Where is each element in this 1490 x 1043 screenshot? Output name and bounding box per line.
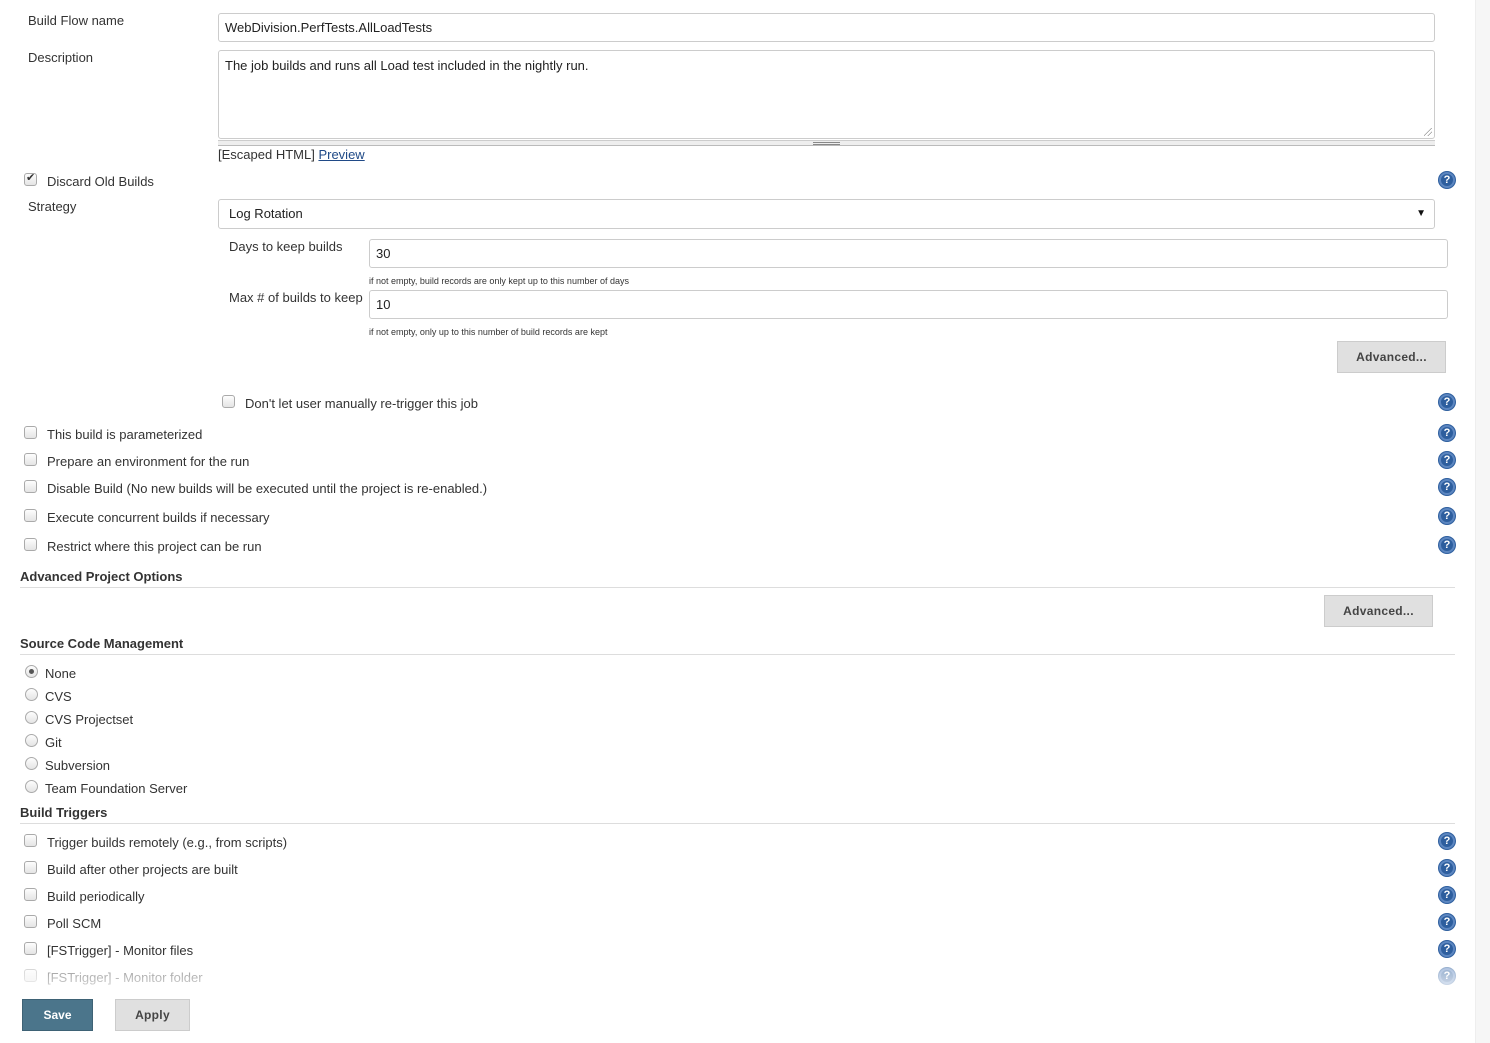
- trigger-label: Trigger builds remotely (e.g., from scri…: [47, 835, 288, 850]
- option-label: Prepare an environment for the run: [47, 454, 250, 469]
- scm-option-label: Team Foundation Server: [45, 781, 188, 796]
- trigger-label: Poll SCM: [47, 916, 102, 931]
- trigger-label: [FSTrigger] - Monitor files: [47, 943, 194, 958]
- help-icon[interactable]: ?: [1439, 941, 1455, 957]
- trigger-checkbox[interactable]: [24, 888, 37, 901]
- option-checkbox[interactable]: [24, 538, 37, 551]
- option-checkbox[interactable]: [24, 480, 37, 493]
- trigger-label: Build periodically: [47, 889, 145, 904]
- option-label: Disable Build (No new builds will be exe…: [47, 481, 488, 496]
- trigger-checkbox[interactable]: [24, 942, 37, 955]
- scm-option-label: None: [45, 666, 77, 681]
- section-divider: [20, 587, 1455, 588]
- dropdown-arrow-icon: ▼: [1416, 208, 1426, 219]
- textarea-resize-grip[interactable]: [218, 140, 1435, 146]
- help-icon[interactable]: ?: [1439, 508, 1455, 524]
- discard-old-builds-label: Discard Old Builds: [47, 174, 154, 189]
- help-icon[interactable]: ?: [1439, 968, 1455, 984]
- help-icon[interactable]: ?: [1439, 479, 1455, 495]
- resize-handle-icon[interactable]: [1424, 128, 1432, 136]
- discard-advanced-button[interactable]: Advanced...: [1337, 341, 1446, 373]
- option-label: Execute concurrent builds if necessary: [47, 510, 270, 525]
- option-label: This build is parameterized: [47, 427, 203, 442]
- description-text: The job builds and runs all Load test in…: [225, 58, 589, 73]
- discard-old-builds-checkbox[interactable]: [24, 171, 37, 186]
- section-divider: [20, 823, 1455, 824]
- max-builds-hint: if not empty, only up to this number of …: [369, 327, 608, 337]
- footer-fade: [0, 963, 1475, 987]
- days-to-keep-hint: if not empty, build records are only kep…: [369, 276, 629, 286]
- days-to-keep-input[interactable]: [369, 239, 1448, 268]
- save-button[interactable]: Save: [22, 999, 93, 1031]
- option-checkbox[interactable]: [24, 453, 37, 466]
- description-textarea[interactable]: The job builds and runs all Load test in…: [218, 50, 1435, 139]
- retrigger-label: Don't let user manually re-trigger this …: [245, 396, 478, 411]
- strategy-value: Log Rotation: [229, 206, 303, 221]
- trigger-checkbox[interactable]: [24, 915, 37, 928]
- strategy-label: Strategy: [28, 199, 77, 214]
- max-builds-input[interactable]: [369, 290, 1448, 319]
- page-scrollbar[interactable]: [1475, 0, 1490, 1043]
- option-checkbox[interactable]: [24, 509, 37, 522]
- trigger-label: Build after other projects are built: [47, 862, 238, 877]
- option-checkbox[interactable]: [24, 426, 37, 439]
- preview-link[interactable]: Preview: [318, 147, 364, 162]
- scm-radio[interactable]: [25, 734, 38, 747]
- description-label: Description: [28, 50, 94, 65]
- build-flow-name-label: Build Flow name: [28, 13, 125, 28]
- scm-radio[interactable]: [25, 711, 38, 724]
- apply-button[interactable]: Apply: [115, 999, 190, 1031]
- option-label: Restrict where this project can be run: [47, 539, 262, 554]
- help-icon[interactable]: ?: [1439, 172, 1455, 188]
- scm-radio[interactable]: [25, 780, 38, 793]
- scm-option-label: Subversion: [45, 758, 111, 773]
- strategy-select[interactable]: Log Rotation ▼: [218, 199, 1435, 229]
- help-icon[interactable]: ?: [1439, 394, 1455, 410]
- help-icon[interactable]: ?: [1439, 860, 1455, 876]
- scm-title: Source Code Management: [20, 636, 184, 651]
- help-icon[interactable]: ?: [1439, 425, 1455, 441]
- trigger-checkbox[interactable]: [24, 969, 37, 982]
- max-builds-label: Max # of builds to keep: [229, 290, 363, 305]
- build-flow-name-input[interactable]: [218, 13, 1435, 42]
- trigger-label: [FSTrigger] - Monitor folder: [47, 970, 203, 985]
- escaped-html-label: [Escaped HTML]: [218, 147, 315, 162]
- help-icon[interactable]: ?: [1439, 914, 1455, 930]
- days-to-keep-label: Days to keep builds: [229, 239, 343, 254]
- grip-handle-icon: [813, 142, 840, 145]
- help-icon[interactable]: ?: [1439, 452, 1455, 468]
- trigger-checkbox[interactable]: [24, 861, 37, 874]
- help-icon[interactable]: ?: [1439, 537, 1455, 553]
- scm-radio[interactable]: [25, 665, 38, 678]
- advanced-project-options-button[interactable]: Advanced...: [1324, 595, 1433, 627]
- scm-option-label: CVS: [45, 689, 72, 704]
- retrigger-checkbox[interactable]: [222, 395, 235, 408]
- scm-option-label: CVS Projectset: [45, 712, 134, 727]
- help-icon[interactable]: ?: [1439, 887, 1455, 903]
- scm-radio[interactable]: [25, 688, 38, 701]
- section-divider: [20, 654, 1455, 655]
- trigger-checkbox[interactable]: [24, 834, 37, 847]
- scm-option-label: Git: [45, 735, 62, 750]
- advanced-project-options-title: Advanced Project Options: [20, 569, 183, 584]
- escaped-html-row: [Escaped HTML] Preview: [218, 147, 365, 162]
- scm-radio[interactable]: [25, 757, 38, 770]
- help-icon[interactable]: ?: [1439, 833, 1455, 849]
- build-triggers-title: Build Triggers: [20, 805, 108, 820]
